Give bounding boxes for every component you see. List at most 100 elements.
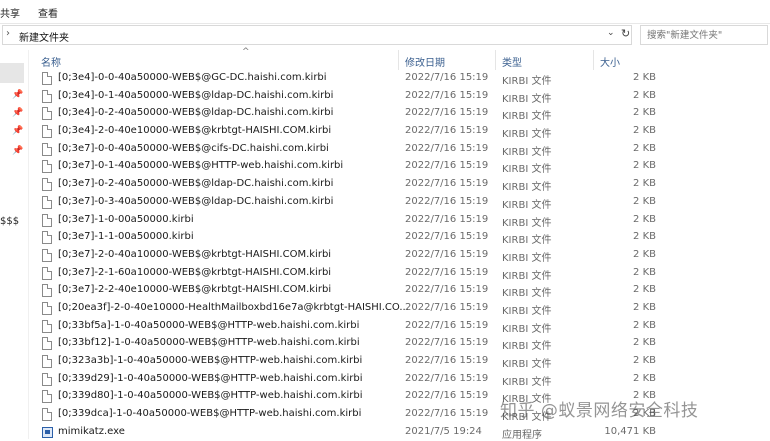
file-icon <box>42 266 52 280</box>
table-row[interactable]: [0;3e4]-2-0-40e10000-WEB$@krbtgt-HAISHI.… <box>28 123 770 141</box>
file-size: 2 KB <box>633 319 656 331</box>
file-name: [0;339dca]-1-0-40a50000-WEB$@HTTP-web.ha… <box>58 408 362 420</box>
file-date: 2022/7/16 15:19 <box>405 142 489 154</box>
table-row[interactable]: [0;20ea3f]-2-0-40e10000-HealthMailboxbd1… <box>28 300 770 318</box>
address-bar[interactable]: › 新建文件夹 ⌄ ↻ <box>2 25 632 45</box>
column-divider[interactable] <box>593 50 594 70</box>
file-size: 2 KB <box>633 125 656 137</box>
file-type: KIRBI 文件 <box>502 252 552 264</box>
chevron-down-icon[interactable]: ⌄ <box>607 28 615 38</box>
file-size: 2 KB <box>633 160 656 172</box>
table-row[interactable]: [0;3e4]-0-1-40a50000-WEB$@ldap-DC.haishi… <box>28 88 770 106</box>
file-date: 2022/7/16 15:19 <box>405 248 489 260</box>
file-name: [0;20ea3f]-2-0-40e10000-HealthMailboxbd1… <box>58 301 409 313</box>
file-name: [0;3e7]-0-3-40a50000-WEB$@ldap-DC.haishi… <box>58 195 334 207</box>
file-icon <box>42 72 52 85</box>
ribbon: 共享 查看 <box>0 0 770 24</box>
column-name[interactable]: 名称 <box>41 54 61 69</box>
file-name: [0;3e7]-0-1-40a50000-WEB$@HTTP-web.haish… <box>58 160 344 172</box>
file-type: KIRBI 文件 <box>502 164 552 176</box>
file-type: KIRBI 文件 <box>502 235 552 247</box>
file-name: [0;3e4]-2-0-40e10000-WEB$@krbtgt-HAISHI.… <box>58 125 332 137</box>
breadcrumb-current-folder[interactable]: 新建文件夹 <box>19 29 69 44</box>
file-name: [0;33bf12]-1-0-40a50000-WEB$@HTTP-web.ha… <box>58 337 360 349</box>
column-size[interactable]: 大小 <box>600 54 620 69</box>
pin-icon: 📌 <box>12 126 24 136</box>
file-date: 2022/7/16 15:19 <box>405 178 489 190</box>
file-type: KIRBI 文件 <box>502 288 552 300</box>
file-type: KIRBI 文件 <box>502 359 552 370</box>
file-type: KIRBI 文件 <box>502 93 552 105</box>
file-icon <box>42 195 52 209</box>
file-name: [0;3e7]-0-2-40a50000-WEB$@ldap-DC.haishi… <box>58 178 334 190</box>
refresh-icon[interactable]: ↻ <box>621 27 630 40</box>
nav-selected-item[interactable] <box>0 63 24 83</box>
file-icon <box>42 337 52 351</box>
file-name: [0;3e7]-2-1-60a10000-WEB$@krbtgt-HAISHI.… <box>58 266 332 278</box>
file-type: KIRBI 文件 <box>502 76 552 87</box>
column-type[interactable]: 类型 <box>502 54 522 69</box>
file-icon <box>42 372 52 386</box>
column-date[interactable]: 修改日期 <box>405 54 445 69</box>
file-type: KIRBI 文件 <box>502 111 552 123</box>
column-header: ^ 名称 修改日期 类型 大小 <box>28 47 770 70</box>
nav-item-label[interactable]: $$$ <box>0 216 19 227</box>
file-date: 2022/7/16 15:19 <box>405 195 489 207</box>
column-divider[interactable] <box>398 50 399 70</box>
file-type: KIRBI 文件 <box>502 376 552 388</box>
file-type: KIRBI 文件 <box>502 341 552 353</box>
pin-icon: 📌 <box>12 108 24 118</box>
file-type: KIRBI 文件 <box>502 305 552 317</box>
file-icon <box>42 390 52 404</box>
search-input[interactable] <box>640 25 768 45</box>
file-name: [0;339d29]-1-0-40a50000-WEB$@HTTP-web.ha… <box>58 372 363 384</box>
file-size: 10,471 KB <box>604 425 656 437</box>
navigation-pane: 📌 📌 📌 📌 $$$ <box>0 50 29 439</box>
file-size: 2 KB <box>633 72 656 83</box>
file-size: 2 KB <box>633 266 656 278</box>
sort-up-icon: ^ <box>242 47 250 57</box>
file-icon <box>42 125 52 139</box>
file-date: 2022/7/16 15:19 <box>405 266 489 278</box>
table-row[interactable]: [0;339d29]-1-0-40a50000-WEB$@HTTP-web.ha… <box>28 371 770 389</box>
tab-share[interactable]: 共享 <box>0 5 20 20</box>
file-icon <box>42 284 52 298</box>
file-size: 2 KB <box>633 231 656 243</box>
file-name: [0;3e4]-0-1-40a50000-WEB$@ldap-DC.haishi… <box>58 89 334 101</box>
file-size: 2 KB <box>633 178 656 190</box>
tab-view[interactable]: 查看 <box>38 5 58 20</box>
file-size: 2 KB <box>633 248 656 260</box>
file-name: [0;33bf5a]-1-0-40a50000-WEB$@HTTP-web.ha… <box>58 319 360 331</box>
file-date: 2022/7/16 15:19 <box>405 319 489 331</box>
table-row[interactable]: [0;3e7]-0-1-40a50000-WEB$@HTTP-web.haish… <box>28 158 770 176</box>
table-row[interactable]: [0;3e4]-0-0-40a50000-WEB$@GC-DC.haishi.c… <box>28 70 770 88</box>
file-date: 2022/7/16 15:19 <box>405 89 489 101</box>
chevron-right-icon[interactable]: › <box>6 28 10 39</box>
file-name: [0;3e7]-1-1-00a50000.kirbi <box>58 231 194 243</box>
table-row[interactable]: [0;3e7]-0-0-40a50000-WEB$@cifs-DC.haishi… <box>28 141 770 159</box>
file-size: 2 KB <box>633 107 656 119</box>
table-row[interactable]: [0;3e7]-0-2-40a50000-WEB$@ldap-DC.haishi… <box>28 176 770 194</box>
file-name: [0;3e4]-0-2-40a50000-WEB$@ldap-DC.haishi… <box>58 107 334 119</box>
column-divider[interactable] <box>495 50 496 70</box>
file-type: KIRBI 文件 <box>502 129 552 141</box>
table-row[interactable]: mimikatz.exe 2021/7/5 19:24 应用程序 10,471 KB <box>28 424 770 441</box>
table-row[interactable]: [0;3e7]-2-2-40e10000-WEB$@krbtgt-HAISHI.… <box>28 282 770 300</box>
file-size: 2 KB <box>633 337 656 349</box>
table-row[interactable]: [0;3e7]-1-0-00a50000.kirbi 2022/7/16 15:1… <box>28 212 770 230</box>
table-row[interactable]: [0;3e4]-0-2-40a50000-WEB$@ldap-DC.haishi… <box>28 105 770 123</box>
table-row[interactable]: [0;3e7]-2-0-40a10000-WEB$@krbtgt-HAISHI.… <box>28 247 770 265</box>
file-date: 2022/7/16 15:19 <box>405 231 489 243</box>
exe-icon <box>42 426 53 438</box>
file-date: 2022/7/16 15:19 <box>405 372 489 384</box>
file-date: 2022/7/16 15:19 <box>405 355 489 366</box>
watermark: 知乎 @蚁景网络安全科技 <box>500 401 699 421</box>
file-icon <box>42 248 52 262</box>
table-row[interactable]: [0;3e7]-1-1-00a50000.kirbi 2022/7/16 15:1… <box>28 229 770 247</box>
table-row[interactable]: [0;323a3b]-1-0-40a50000-WEB$@HTTP-web.ha… <box>28 353 770 371</box>
file-size: 2 KB <box>633 355 656 366</box>
table-row[interactable]: [0;33bf12]-1-0-40a50000-WEB$@HTTP-web.ha… <box>28 335 770 353</box>
table-row[interactable]: [0;3e7]-0-3-40a50000-WEB$@ldap-DC.haishi… <box>28 194 770 212</box>
table-row[interactable]: [0;33bf5a]-1-0-40a50000-WEB$@HTTP-web.ha… <box>28 318 770 336</box>
table-row[interactable]: [0;3e7]-2-1-60a10000-WEB$@krbtgt-HAISHI.… <box>28 265 770 283</box>
